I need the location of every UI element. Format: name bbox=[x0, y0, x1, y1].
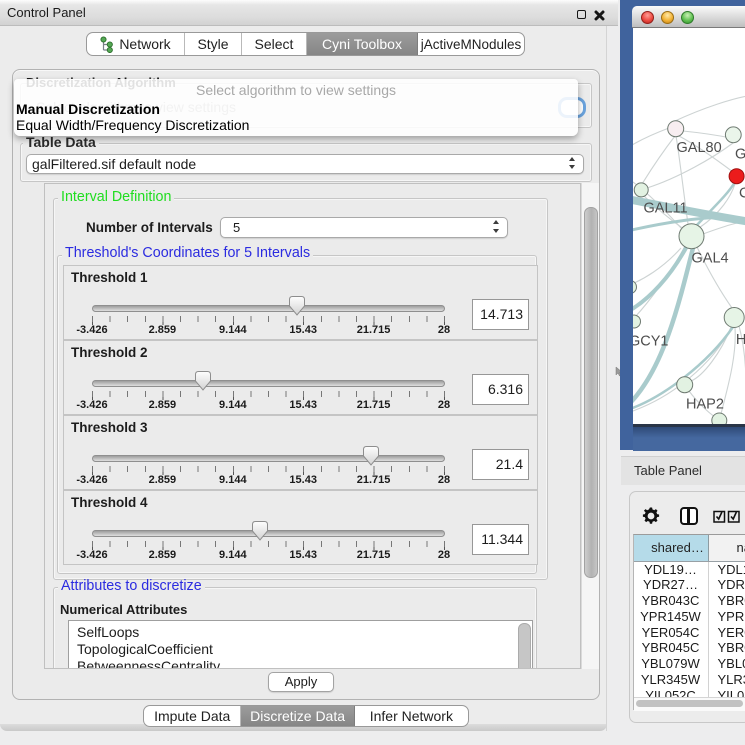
svg-text:H: H bbox=[735, 332, 745, 348]
svg-text:GAL80: GAL80 bbox=[676, 140, 721, 156]
svg-text:GCY1: GCY1 bbox=[633, 334, 669, 350]
svg-text:GAL4: GAL4 bbox=[691, 251, 728, 267]
svg-text:GAL11: GAL11 bbox=[643, 201, 687, 217]
svg-text:C: C bbox=[739, 186, 745, 202]
svg-text:GA: GA bbox=[735, 147, 745, 163]
svg-text:HAP2: HAP2 bbox=[686, 397, 724, 413]
